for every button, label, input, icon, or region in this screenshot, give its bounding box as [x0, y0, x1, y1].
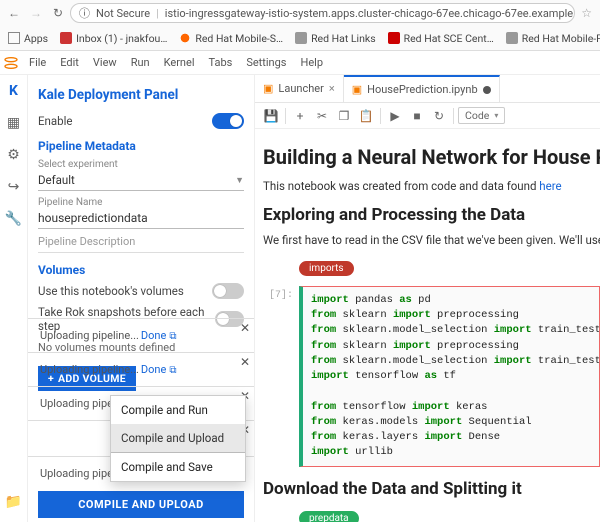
notebook-content: Building a Neural Network for House Pric… — [255, 129, 600, 522]
use-notebook-volumes-toggle[interactable] — [212, 283, 244, 299]
notebook-heading: Building a Neural Network for House Pric… — [263, 145, 600, 169]
section-metadata: Pipeline Metadata — [38, 139, 244, 153]
upload-row: Uploading pipeline...Done⧉ ✕ — [28, 318, 254, 352]
code-cell[interactable]: import pandas as pd from sklearn import … — [299, 286, 600, 467]
left-rail: K ▦ ⚙ ↪ 🔧 📁 — [0, 75, 28, 522]
dirty-dot-icon — [483, 86, 491, 94]
security-status: Not Secure — [96, 7, 150, 20]
stop-icon[interactable]: ■ — [407, 109, 427, 123]
menu-edit[interactable]: Edit — [53, 56, 86, 69]
restart-icon[interactable]: ↻ — [429, 109, 449, 123]
bookmark-folder[interactable]: Red Hat Mobile-F… — [502, 32, 600, 45]
menu-tabs[interactable]: Tabs — [202, 56, 240, 69]
favorite-icon[interactable]: ☆ — [577, 6, 596, 20]
table-icon[interactable]: ▦ — [6, 115, 22, 131]
cell-tag-pill: imports — [299, 261, 354, 276]
close-icon[interactable]: ✕ — [240, 321, 250, 335]
wrench-icon[interactable]: 🔧 — [6, 211, 22, 227]
compile-upload-option[interactable]: Compile and Upload — [111, 424, 245, 453]
enable-toggle[interactable] — [212, 113, 244, 129]
here-link[interactable]: here — [539, 179, 561, 193]
save-icon[interactable]: 💾 — [261, 109, 281, 123]
jupyter-logo-icon — [0, 55, 22, 71]
paste-icon[interactable]: 📋 — [356, 109, 376, 123]
add-cell-icon[interactable]: + — [290, 109, 310, 123]
kale-icon[interactable]: K — [6, 83, 22, 99]
select-experiment-label: Select experiment — [38, 159, 244, 170]
url-bar[interactable]: ⓘ Not Secure | istio-ingressgateway-isti… — [70, 3, 575, 23]
folder-icon[interactable]: 📁 — [6, 494, 22, 510]
panel-title: Kale Deployment Panel — [38, 87, 244, 103]
jupyter-menubar: File Edit View Run Kernel Tabs Settings … — [0, 51, 600, 75]
cell-tag-pill: prepdata — [299, 511, 359, 522]
menu-kernel[interactable]: Kernel — [157, 56, 202, 69]
compile-save-option[interactable]: Compile and Save — [111, 453, 245, 481]
cell-type-select[interactable]: Code▾ — [458, 107, 505, 124]
notebook-heading: Exploring and Processing the Data — [263, 205, 600, 225]
notebook-paragraph: This notebook was created from code and … — [263, 179, 600, 193]
bookmark-item[interactable]: Red Hat SCE Cent… — [384, 32, 498, 45]
enable-label: Enable — [38, 114, 73, 128]
menu-file[interactable]: File — [22, 56, 53, 69]
experiment-select[interactable]: Default▼ — [38, 170, 244, 191]
nav-fwd: → — [26, 3, 46, 23]
menu-help[interactable]: Help — [293, 56, 330, 69]
cell-prompt: [7]: — [263, 286, 299, 467]
notebook-paragraph: We first have to read in the CSV file th… — [263, 233, 600, 247]
share-icon[interactable]: ↪ — [6, 179, 22, 195]
compile-run-option[interactable]: Compile and Run — [111, 396, 245, 424]
upload-row: Uploading pipeline...Done⧉ ✕ — [28, 352, 254, 386]
nav-reload[interactable]: ↻ — [48, 3, 68, 23]
run-icon[interactable]: ▶ — [385, 109, 405, 123]
nav-back[interactable]: ← — [4, 3, 24, 23]
cut-icon[interactable]: ✂ — [312, 109, 332, 123]
settings-icon[interactable]: ⚙ — [6, 147, 22, 163]
external-link-icon: ⧉ — [169, 365, 176, 376]
notebook-toolbar: 💾 + ✂ ❐ 📋 ▶ ■ ↻ Code▾ — [255, 103, 600, 129]
tab-bar: ▣ Launcher × ▣ HousePrediction.ipynb — [255, 75, 600, 103]
menu-view[interactable]: View — [86, 56, 124, 69]
done-link[interactable]: Done⧉ — [141, 363, 177, 376]
url-text: istio-ingressgateway-istio-system.apps.c… — [165, 7, 575, 20]
use-notebook-volumes-label: Use this notebook's volumes — [38, 284, 184, 298]
launcher-icon: ▣ — [263, 82, 273, 95]
compile-dropdown: Compile and Run Compile and Upload Compi… — [110, 395, 246, 482]
bookmarks-bar: Apps Inbox (1) - jnakfou… Red Hat Mobile… — [0, 26, 600, 50]
menu-run[interactable]: Run — [124, 56, 157, 69]
kale-panel: Kale Deployment Panel Enable Pipeline Me… — [28, 75, 255, 522]
info-icon: ⓘ — [79, 5, 90, 21]
bookmark-item[interactable]: Inbox (1) - jnakfou… — [56, 32, 171, 45]
pipeline-name-label: Pipeline Name — [38, 197, 244, 208]
done-link[interactable]: Done⧉ — [141, 329, 177, 342]
section-volumes: Volumes — [38, 263, 244, 277]
notebook-heading: Download the Data and Splitting it — [263, 479, 600, 499]
copy-icon[interactable]: ❐ — [334, 109, 354, 123]
compile-upload-button[interactable]: COMPILE AND UPLOAD — [38, 491, 244, 518]
notebook-icon: ▣ — [352, 83, 362, 96]
close-icon[interactable]: ✕ — [240, 355, 250, 369]
tab-launcher[interactable]: ▣ Launcher × — [255, 75, 344, 102]
external-link-icon: ⧉ — [169, 331, 176, 342]
pipeline-name-input[interactable]: housepredictiondata — [38, 208, 244, 229]
pipeline-description-input[interactable]: Pipeline Description — [38, 229, 244, 253]
menu-settings[interactable]: Settings — [239, 56, 293, 69]
bookmark-item[interactable]: Red Hat Mobile-S… — [175, 32, 287, 45]
close-icon[interactable]: × — [329, 82, 335, 95]
bookmark-folder[interactable]: Red Hat Links — [291, 32, 380, 45]
apps-button[interactable]: Apps — [4, 32, 52, 45]
tab-notebook[interactable]: ▣ HousePrediction.ipynb — [344, 75, 500, 102]
